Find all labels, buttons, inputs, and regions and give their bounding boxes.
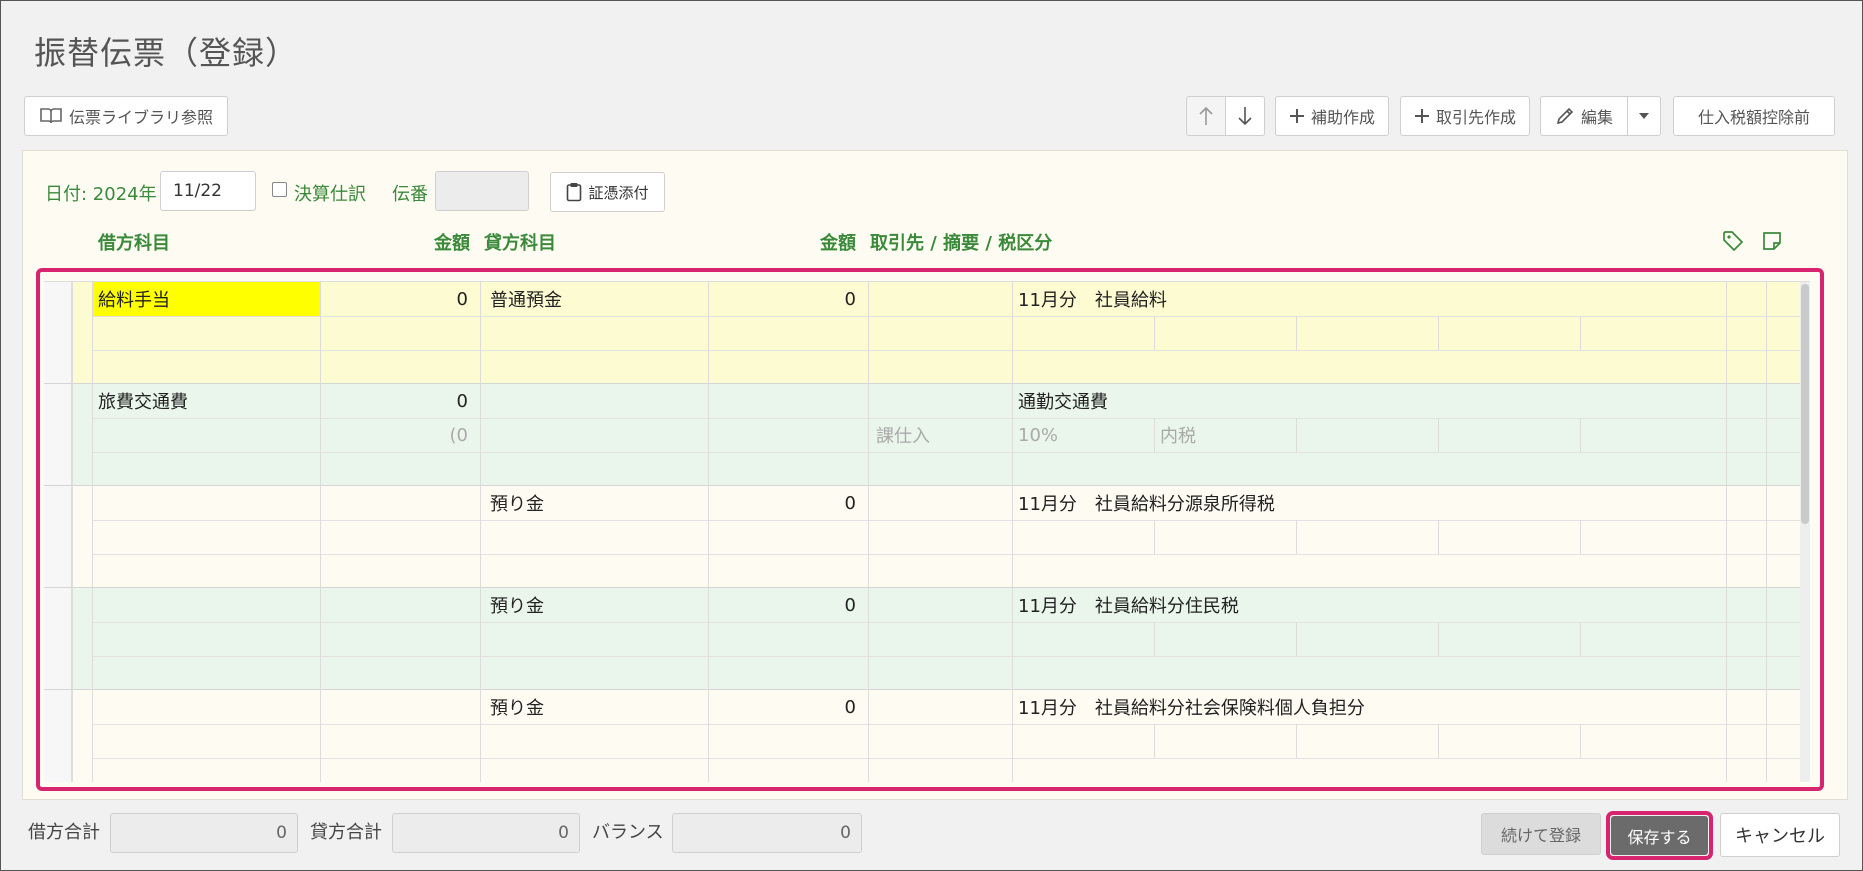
edit-dropdown-button[interactable]: [1627, 96, 1661, 136]
debit-total-label: 借方合計: [28, 822, 100, 843]
clipboard-icon: [566, 182, 582, 202]
credit-account-cell[interactable]: 普通預金: [484, 282, 704, 316]
date-label: 日付: 2024年: [45, 184, 157, 205]
row-handle[interactable]: [44, 690, 72, 782]
debit-account-cell[interactable]: 給料手当: [92, 282, 320, 316]
library-button-label: 伝票ライブラリ参照: [68, 108, 213, 127]
debit-account-cell[interactable]: 旅費交通費: [98, 384, 318, 418]
credit-account-cell[interactable]: 預り金: [490, 588, 704, 622]
tax-category-cell[interactable]: 課仕入: [876, 418, 1006, 452]
create-partner-button[interactable]: 取引先作成: [1400, 96, 1530, 136]
pencil-icon: [1555, 106, 1575, 126]
memo-cell[interactable]: 通勤交通費: [1018, 384, 1618, 418]
credit-account-cell[interactable]: 預り金: [490, 486, 704, 520]
slip-number-input[interactable]: [435, 171, 529, 211]
attach-button-label: 証憑添付: [588, 183, 649, 202]
credit-amount-cell[interactable]: 0: [710, 690, 862, 724]
edit-button[interactable]: 編集: [1540, 96, 1628, 136]
header-memo: 取引先 / 摘要 / 税区分: [870, 233, 1053, 254]
row-handle[interactable]: [44, 282, 72, 383]
date-input[interactable]: 11/22: [160, 171, 256, 211]
balance-label: バランス: [592, 822, 664, 843]
settlement-label: 決算仕訳: [294, 184, 366, 205]
tag-icon[interactable]: [1722, 230, 1744, 257]
memo-cell[interactable]: 11月分 社員給料: [1018, 282, 1618, 316]
credit-amount-cell[interactable]: 0: [710, 282, 862, 316]
sub-button-label: 補助作成: [1310, 108, 1375, 127]
book-icon: [39, 107, 63, 125]
row-handle[interactable]: [44, 384, 72, 485]
continue-register-button[interactable]: 続けて登録: [1481, 813, 1601, 855]
save-button-label: 保存する: [1627, 827, 1692, 847]
journal-row: 預り金 0 11月分 社員給料分住民税: [44, 588, 1810, 690]
settlement-checkbox[interactable]: [272, 182, 287, 197]
memo-cell[interactable]: 11月分 社員給料分住民税: [1018, 588, 1618, 622]
memo-cell[interactable]: 11月分 社員給料分源泉所得税: [1018, 486, 1618, 520]
debit-tax-amount-cell[interactable]: (0: [322, 418, 474, 452]
plus-icon: [1414, 108, 1430, 124]
continue-button-label: 続けて登録: [1500, 826, 1581, 845]
journal-row: 預り金 0 11月分 社員給料分源泉所得税: [44, 486, 1810, 588]
caret-down-icon: [1638, 112, 1650, 120]
tax-rate-cell[interactable]: 10%: [1018, 418, 1148, 452]
grid-top-strip: [44, 274, 1810, 282]
memo-cell[interactable]: 11月分 社員給料分社会保険料個人負担分: [1018, 690, 1618, 724]
tax-deduction-button[interactable]: 仕入税額控除前: [1673, 96, 1835, 136]
header-credit-account: 貸方科目: [484, 233, 556, 254]
journal-row: 旅費交通費 0 (0 通勤交通費 課仕入 10% 内税: [44, 384, 1810, 486]
debit-amount-cell[interactable]: 0: [322, 282, 474, 316]
page-title: 振替伝票（登録）: [34, 34, 299, 72]
row-handle[interactable]: [44, 588, 72, 689]
arrow-up-icon: [1199, 106, 1213, 126]
credit-account-cell[interactable]: 預り金: [490, 690, 704, 724]
journal-grid: 給料手当 0 普通預金 0 11月分 社員給料 旅費交通費 0 (0 通勤交通費…: [44, 282, 1810, 782]
partner-button-label: 取引先作成: [1435, 108, 1516, 127]
credit-amount-cell[interactable]: 0: [710, 486, 862, 520]
edit-button-label: 編集: [1580, 108, 1613, 127]
debit-amount-cell[interactable]: 0: [322, 384, 474, 418]
credit-amount-cell[interactable]: 0: [710, 588, 862, 622]
create-sub-account-button[interactable]: 補助作成: [1275, 96, 1389, 136]
header-debit-amount: 金額: [434, 233, 470, 254]
cancel-button-label: キャンセル: [1735, 826, 1825, 847]
grid-scrollbar[interactable]: [1800, 282, 1810, 782]
debit-total-field: 0: [110, 813, 298, 853]
header-debit-account: 借方科目: [98, 233, 170, 254]
journal-row: 給料手当 0 普通預金 0 11月分 社員給料: [44, 282, 1810, 384]
move-up-button[interactable]: [1186, 96, 1226, 136]
row-handle[interactable]: [44, 486, 72, 587]
plus-icon: [1289, 108, 1305, 124]
move-down-button[interactable]: [1225, 96, 1265, 136]
attach-evidence-button[interactable]: 証憑添付: [550, 172, 665, 212]
cancel-button[interactable]: キャンセル: [1720, 813, 1840, 857]
credit-total-label: 貸方合計: [310, 822, 382, 843]
note-icon[interactable]: [1762, 231, 1782, 256]
slip-number-label: 伝番: [392, 184, 428, 205]
credit-total-field: 0: [392, 813, 580, 853]
balance-field: 0: [672, 813, 862, 853]
tax-button-label: 仕入税額控除前: [1697, 108, 1810, 127]
journal-row: 預り金 0 11月分 社員給料分社会保険料個人負担分: [44, 690, 1810, 782]
scrollbar-thumb[interactable]: [1801, 284, 1809, 524]
library-button[interactable]: 伝票ライブラリ参照: [24, 96, 228, 136]
tax-type-cell[interactable]: 内税: [1160, 418, 1290, 452]
header-credit-amount: 金額: [820, 233, 856, 254]
arrow-down-icon: [1238, 106, 1252, 126]
save-button[interactable]: 保存する: [1611, 816, 1708, 855]
